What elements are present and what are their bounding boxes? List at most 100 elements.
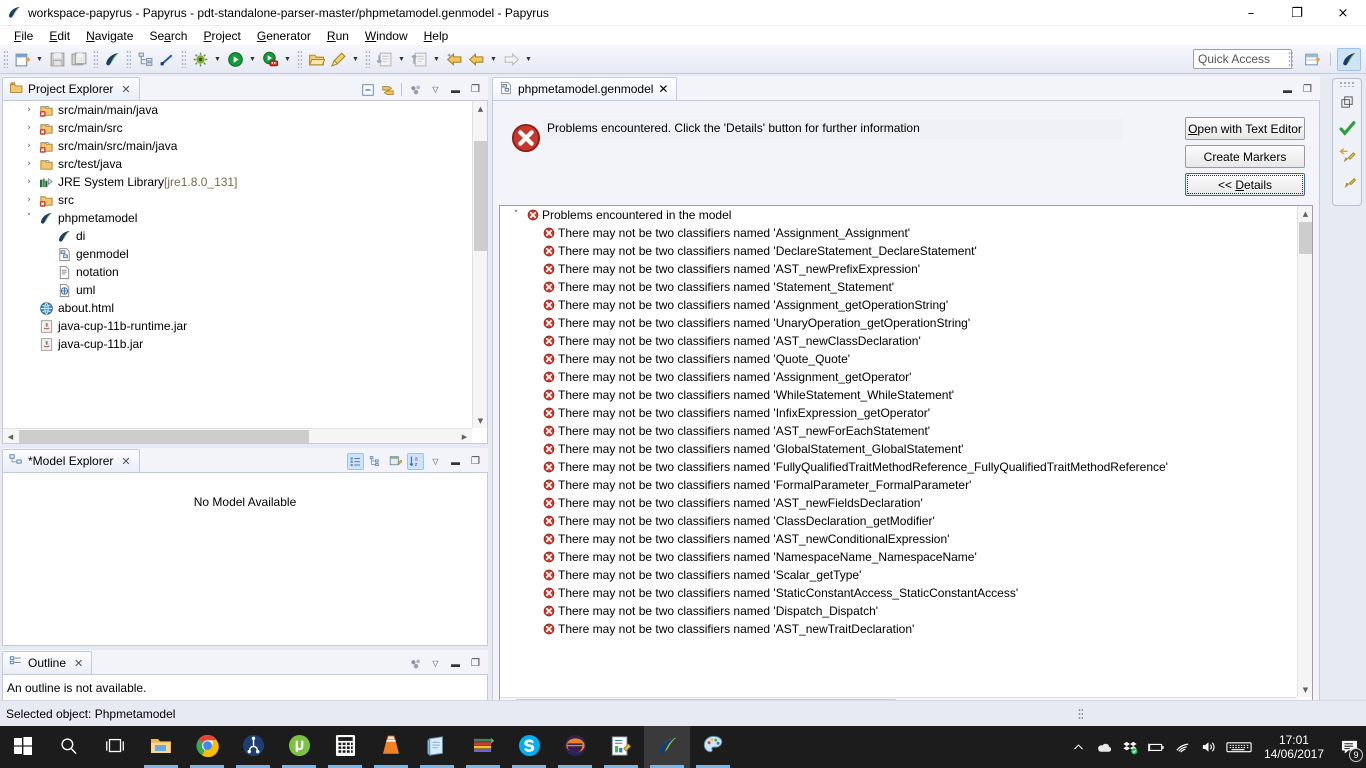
details-button[interactable]: << Details xyxy=(1185,173,1305,196)
problem-row[interactable]: There may not be two classifiers named '… xyxy=(500,314,1297,332)
tree-item[interactable]: › src/main/src xyxy=(3,119,472,137)
rail-grip[interactable] xyxy=(1339,81,1355,87)
tree-item[interactable]: › src/test/java xyxy=(3,155,472,173)
menu-project[interactable]: Project xyxy=(195,27,248,45)
notification-center-button[interactable]: 9 xyxy=(1332,726,1366,768)
papyrus-icon[interactable] xyxy=(101,48,123,70)
tree-item[interactable]: › src xyxy=(3,191,472,209)
start-button[interactable] xyxy=(0,726,46,768)
view-dropdown-icon[interactable]: ▽ xyxy=(427,655,444,672)
chevron-right-icon[interactable]: › xyxy=(21,159,37,169)
restore-button[interactable]: ❐ xyxy=(1274,0,1320,26)
check-green-icon[interactable] xyxy=(1334,115,1360,141)
create-markers-button[interactable]: Create Markers xyxy=(1185,145,1305,168)
save-icon[interactable] xyxy=(46,48,68,70)
vscroll-thumb[interactable] xyxy=(1299,222,1312,254)
run-icon[interactable] xyxy=(224,48,246,70)
scroll-up-icon[interactable]: ▲ xyxy=(1298,206,1313,221)
problem-row[interactable]: There may not be two classifiers named '… xyxy=(500,260,1297,278)
hscroll-thumb[interactable] xyxy=(19,430,309,443)
tree-item[interactable]: genmodel xyxy=(3,245,472,263)
problems-root-row[interactable]: ˅ Problems encountered in the model xyxy=(500,206,1297,224)
sourcetree[interactable] xyxy=(230,726,276,768)
close-icon[interactable]: ✕ xyxy=(74,657,83,670)
chevron-right-icon[interactable]: › xyxy=(21,105,37,115)
toolbar-grip-5[interactable] xyxy=(297,50,302,68)
tree-item[interactable]: › src/main/main/java xyxy=(3,101,472,119)
scroll-right-icon[interactable]: ▶ xyxy=(457,429,472,444)
notepad[interactable] xyxy=(414,726,460,768)
tree-item[interactable]: di xyxy=(3,227,472,245)
tab-project-explorer[interactable]: Project Explorer ✕ xyxy=(2,77,140,100)
problem-row[interactable]: There may not be two classifiers named '… xyxy=(500,404,1297,422)
tree-item[interactable]: › JRE System Library [jre1.8.0_131] xyxy=(3,173,472,191)
tree-item[interactable]: java-cup-11b-runtime.jar xyxy=(3,317,472,335)
annotation-prev-dropdown-icon[interactable]: ▼ xyxy=(430,48,443,70)
coverage-dropdown-icon[interactable]: ▼ xyxy=(281,48,294,70)
show-hidden-icons-icon[interactable] xyxy=(1066,726,1092,768)
task-view-button[interactable] xyxy=(92,726,138,768)
problem-row[interactable]: There may not be two classifiers named '… xyxy=(500,494,1297,512)
utorrent[interactable] xyxy=(276,726,322,768)
problem-row[interactable]: There may not be two classifiers named '… xyxy=(500,548,1297,566)
debug-dropdown-icon[interactable]: ▼ xyxy=(211,48,224,70)
papyrus-perspective-icon[interactable] xyxy=(1337,48,1361,71)
toolbar-grip-4[interactable] xyxy=(181,50,186,68)
menu-window[interactable]: Window xyxy=(357,27,416,45)
tree-item[interactable]: › src/main/src/main/java xyxy=(3,137,472,155)
back-arrow-icon[interactable] xyxy=(465,48,487,70)
menu-help[interactable]: Help xyxy=(416,27,457,45)
toolbar-grip-2[interactable] xyxy=(93,50,98,68)
minimize-icon[interactable]: ▬ xyxy=(1279,81,1296,98)
debug-bug-icon[interactable] xyxy=(189,48,211,70)
problem-row[interactable]: There may not be two classifiers named '… xyxy=(500,332,1297,350)
chevron-right-icon[interactable]: › xyxy=(21,141,37,151)
marker-dropdown-icon[interactable]: ▼ xyxy=(349,48,362,70)
text-editor[interactable] xyxy=(598,726,644,768)
vscroll-thumb[interactable] xyxy=(474,141,487,251)
papyrus-perspective-icon[interactable] xyxy=(1334,167,1360,193)
annotation-next-dropdown-icon[interactable]: ▼ xyxy=(395,48,408,70)
keyboard-icon[interactable] xyxy=(1222,726,1256,768)
problem-row[interactable]: There may not be two classifiers named '… xyxy=(500,422,1297,440)
problem-row[interactable]: There may not be two classifiers named '… xyxy=(500,350,1297,368)
close-icon[interactable]: ✕ xyxy=(121,455,130,468)
problem-row[interactable]: There may not be two classifiers named '… xyxy=(500,620,1297,638)
dropbox-sync-icon[interactable] xyxy=(1118,726,1144,768)
outline-tree-icon[interactable] xyxy=(134,48,156,70)
menu-edit[interactable]: Edit xyxy=(41,27,78,45)
close-icon[interactable]: ✕ xyxy=(121,83,130,96)
paint[interactable] xyxy=(690,726,736,768)
coverage-icon[interactable] xyxy=(259,48,281,70)
back-dropdown-icon[interactable]: ▼ xyxy=(487,48,500,70)
open-with-text-editor-button[interactable]: Open with Text Editor xyxy=(1185,117,1305,140)
project-tree[interactable]: › src/main/main/java › src/main/src › src/mai… xyxy=(3,101,472,428)
problem-row[interactable]: There may not be two classifiers named '… xyxy=(500,278,1297,296)
tree-list-icon[interactable] xyxy=(367,453,384,470)
scroll-down-icon[interactable]: ▼ xyxy=(1298,682,1313,697)
new-wizard-icon[interactable] xyxy=(11,48,33,70)
forward-dropdown-icon[interactable]: ▼ xyxy=(522,48,535,70)
onedrive-icon[interactable] xyxy=(1092,726,1118,768)
volume-icon[interactable] xyxy=(1196,726,1222,768)
taskbar-clock[interactable]: 17:01 14/06/2017 xyxy=(1256,733,1332,761)
maximize-icon[interactable]: ❐ xyxy=(467,81,484,98)
link-line-icon[interactable] xyxy=(156,48,178,70)
skype[interactable] xyxy=(506,726,552,768)
view-dropdown-icon[interactable]: ▽ xyxy=(427,81,444,98)
save-all-icon[interactable] xyxy=(68,48,90,70)
google-chrome[interactable] xyxy=(184,726,230,768)
tree-item[interactable]: uml xyxy=(3,281,472,299)
problem-row[interactable]: There may not be two classifiers named '… xyxy=(500,566,1297,584)
problems-vscrollbar[interactable]: ▲ ▼ xyxy=(1297,206,1312,697)
minimize-icon[interactable]: ▬ xyxy=(447,655,464,672)
tab-model-explorer[interactable]: *Model Explorer ✕ xyxy=(2,449,140,472)
tab-phpmetamodel-genmodel[interactable]: phpmetamodel.genmodel ✕ xyxy=(492,77,678,100)
close-icon[interactable]: ✕ xyxy=(658,82,668,96)
chevron-down-icon[interactable]: ˅ xyxy=(21,213,37,223)
problems-list[interactable]: ˅ Problems encountered in the model There … xyxy=(499,205,1313,713)
back-arrow-star-icon[interactable] xyxy=(443,48,465,70)
minimize-icon[interactable]: ▬ xyxy=(447,453,464,470)
collapse-all-icon[interactable] xyxy=(359,81,376,98)
menu-navigate[interactable]: Navigate xyxy=(78,27,141,45)
